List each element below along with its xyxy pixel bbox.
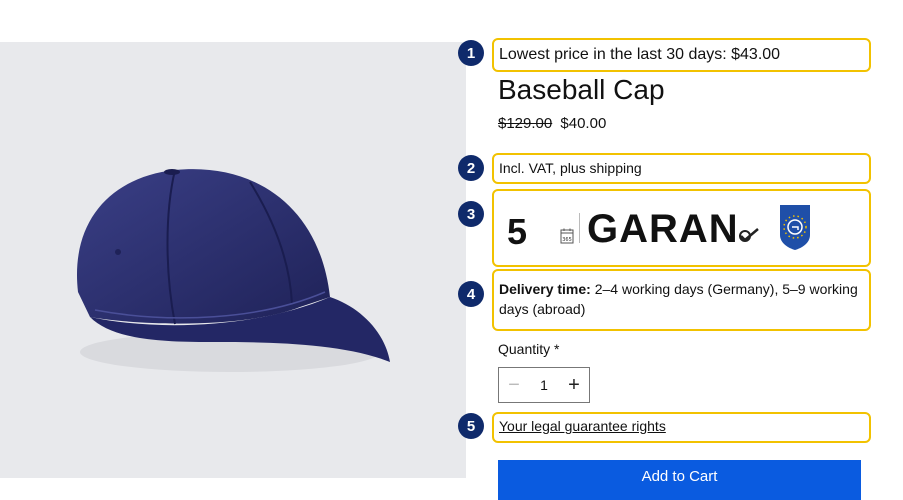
decrease-quantity-button[interactable]: −	[499, 368, 529, 402]
guarantee-years: 5	[507, 211, 528, 252]
quantity-input[interactable]: 1	[529, 377, 559, 393]
increase-quantity-button[interactable]: +	[559, 368, 589, 402]
product-image	[0, 42, 466, 478]
lowest-price-note: Lowest price in the last 30 days: $43.00	[492, 38, 871, 72]
add-to-cart-button[interactable]: Add to Cart	[498, 460, 861, 500]
guarantee-badge[interactable]: 5 365 GARAN	[492, 189, 871, 267]
current-price: $40.00	[560, 115, 607, 132]
annotation-marker-1: 1	[458, 40, 484, 66]
guarantee-word: GARAN	[587, 207, 739, 251]
annotation-marker-5: 5	[458, 413, 484, 439]
delivery-label: Delivery time:	[499, 281, 591, 297]
annotation-marker-3: 3	[458, 201, 484, 227]
checkmark-icon	[739, 228, 759, 242]
annotation-marker-2: 2	[458, 155, 484, 181]
eu-shield-icon	[780, 205, 810, 250]
quantity-stepper: − 1 +	[498, 367, 590, 403]
legal-guarantee-box: Your legal guarantee rights	[492, 412, 871, 443]
legal-guarantee-link[interactable]: Your legal guarantee rights	[499, 418, 666, 434]
annotation-marker-4: 4	[458, 281, 484, 307]
delivery-info: Delivery time: 2–4 working days (Germany…	[492, 269, 871, 331]
product-title: Baseball Cap	[498, 74, 665, 105]
vat-note: Incl. VAT, plus shipping	[492, 153, 871, 184]
baseball-cap-image	[76, 169, 390, 372]
calendar-label: 365	[562, 237, 572, 243]
calendar-icon: 365	[560, 228, 574, 244]
guarantee-separator	[579, 213, 580, 243]
price-row: $129.00 $40.00	[498, 115, 606, 132]
old-price: $129.00	[498, 115, 553, 132]
quantity-label: Quantity *	[498, 341, 560, 357]
